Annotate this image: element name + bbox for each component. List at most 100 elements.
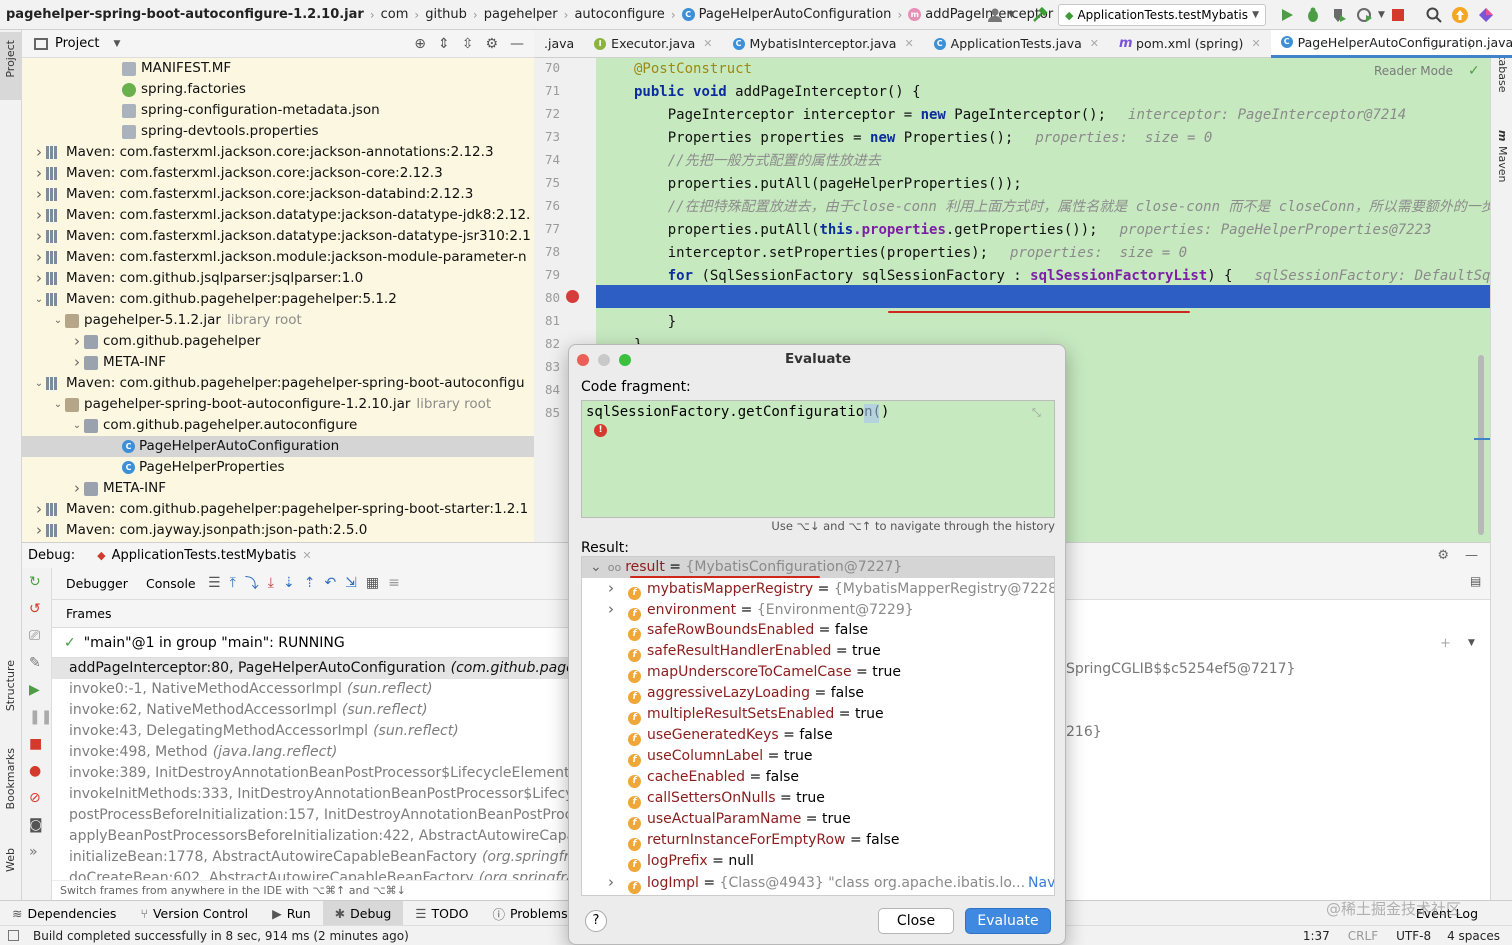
more-icon[interactable]: » — [29, 844, 52, 860]
hide-icon[interactable]: — — [510, 36, 524, 52]
inspection-ok-icon[interactable]: ✓ — [1468, 63, 1480, 79]
navigate-link[interactable]: Navigate — [1028, 875, 1054, 891]
project-tree-item[interactable]: spring.factories — [22, 79, 534, 100]
project-tree-item[interactable]: ⌄ com.github.pagehelper.autoconfigure — [22, 415, 534, 436]
expand-arrow-right-icon[interactable]: › — [608, 872, 628, 893]
expand-arrow-down-icon[interactable]: ⌄ — [70, 415, 84, 436]
evaluate-button[interactable]: Evaluate — [965, 908, 1051, 934]
file-encoding[interactable]: UTF-8 — [1396, 929, 1431, 943]
stack-frame[interactable]: postProcessBeforeInitialization:157, Ini… — [52, 805, 572, 826]
caret-position[interactable]: 1:37 — [1303, 929, 1330, 943]
reader-mode-label[interactable]: Reader Mode — [1374, 64, 1453, 78]
tab-java[interactable]: .java — [534, 30, 584, 58]
expand-arrow-down-icon[interactable]: ⌄ — [32, 373, 46, 394]
camera-snapshot-icon[interactable]: ◙ — [29, 817, 52, 833]
result-field-row[interactable]: f useColumnLabel = true — [582, 746, 1054, 767]
hide-icon[interactable]: — — [1465, 548, 1478, 563]
search-icon[interactable] — [1423, 4, 1445, 26]
web-tool-tab[interactable]: Web — [4, 848, 17, 872]
coverage-icon[interactable] — [1328, 4, 1350, 26]
result-field-row[interactable]: f cacheEnabled = false — [582, 767, 1054, 788]
expand-all-icon[interactable]: ⇕ — [438, 36, 450, 52]
result-field-row[interactable]: › f environment = {Environment@7229} — [582, 599, 1054, 621]
view-breakpoints-icon[interactable]: ● — [29, 763, 52, 779]
tab-list-chevron-icon[interactable]: ⌄ — [1436, 37, 1446, 51]
project-tree-item[interactable]: › META-INF — [22, 478, 534, 499]
wrench-icon[interactable]: ✎ — [29, 655, 52, 671]
expand-arrow-down-icon[interactable]: ⌄ — [51, 394, 65, 415]
layout-icon[interactable]: ▤ — [1470, 574, 1481, 588]
result-field-row[interactable]: f safeRowBoundsEnabled = false — [582, 620, 1054, 641]
stack-frame[interactable]: invoke:389, InitDestroyAnnotationBeanPos… — [52, 763, 572, 784]
expand-arrow-right-icon[interactable]: › — [32, 520, 46, 541]
stack-frame[interactable]: invoke:43, DelegatingMethodAccessorImpl(… — [52, 721, 572, 742]
run-to-cursor-icon[interactable]: ⇲ — [345, 575, 357, 591]
add-watch-icon[interactable]: + — [1440, 636, 1451, 651]
stack-frame[interactable]: doCreateBean:602, AbstractAutowireCapabl… — [52, 868, 572, 880]
tab-debugger[interactable]: Debugger — [66, 576, 128, 591]
breadcrumb-com[interactable]: com — [377, 7, 413, 22]
stop-icon[interactable]: ■ — [29, 736, 52, 752]
project-tree-item[interactable]: › Maven: com.github.pagehelper:pagehelper… — [22, 499, 534, 520]
step-into-icon[interactable]: ⤓ — [268, 575, 274, 591]
tool-window-toggle-icon[interactable] — [8, 930, 19, 941]
project-tree-item[interactable]: › Maven: com.fasterxml.jackson.core:jacks… — [22, 163, 534, 184]
project-tree-item[interactable]: spring-configuration-metadata.json — [22, 100, 534, 121]
show-execution-point-icon[interactable]: ⤒ — [230, 575, 236, 591]
expand-arrow-down-icon[interactable]: ⌄ — [32, 289, 46, 310]
expand-arrow-right-icon[interactable]: › — [70, 478, 84, 499]
camera-icon[interactable]: ⎚ — [29, 628, 52, 644]
menu-icon[interactable]: ☰ — [208, 575, 221, 591]
gear-icon[interactable]: ⚙ — [1437, 548, 1449, 563]
expand-arrow-right-icon[interactable]: › — [32, 268, 46, 289]
expand-arrow-right-icon[interactable]: › — [70, 352, 84, 373]
expand-arrow-right-icon[interactable]: › — [608, 578, 628, 599]
chevron-down-icon[interactable]: ▼ — [1468, 638, 1475, 648]
version-control-tool-button[interactable]: ⑂ Version Control — [128, 901, 260, 926]
result-field-row[interactable]: f safeResultHandlerEnabled = true — [582, 641, 1054, 662]
close-icon[interactable]: ✕ — [904, 37, 913, 50]
expand-arrow-right-icon[interactable]: › — [70, 331, 84, 352]
breadcrumb-jar[interactable]: pagehelper-spring-boot-autoconfigure-1.2… — [0, 7, 368, 22]
result-field-row[interactable]: f aggressiveLazyLoading = false — [582, 683, 1054, 704]
result-field-row[interactable]: f mapUnderscoreToCamelCase = true — [582, 662, 1054, 683]
expand-arrow-down-icon[interactable]: ⌄ — [590, 559, 602, 575]
project-tree-item[interactable]: › Maven: com.fasterxml.jackson.core:jacks… — [22, 184, 534, 205]
expand-arrow-right-icon[interactable]: › — [32, 205, 46, 226]
project-tree-item[interactable]: ⌄ pagehelper-spring-boot-autoconfigure-1.… — [22, 394, 534, 415]
result-field-row[interactable]: f multipleResultSetsEnabled = true — [582, 704, 1054, 725]
step-out-icon[interactable]: ⇡ — [304, 575, 316, 591]
result-root-row[interactable]: ⌄ oo result = {MybatisConfiguration@7227} — [582, 557, 1054, 578]
rerun-icon[interactable]: ↻ — [29, 574, 52, 590]
expand-arrow-right-icon[interactable]: › — [32, 247, 46, 268]
result-field-row[interactable]: f callSettersOnNulls = true — [582, 788, 1054, 809]
close-button[interactable]: Close — [878, 908, 954, 934]
breadcrumb-github[interactable]: github — [421, 7, 471, 22]
project-tree-item[interactable]: › Maven: com.fasterxml.jackson.datatype:j… — [22, 226, 534, 247]
gear-icon[interactable]: ⚙ — [485, 36, 498, 52]
stack-frame[interactable]: applyBeanPostProcessorsBeforeInitializat… — [52, 826, 572, 847]
expand-arrow-right-icon[interactable]: › — [32, 226, 46, 247]
evaluate-expression-icon[interactable]: ▦ — [366, 575, 379, 591]
project-tree-item[interactable]: › Maven: com.jayway.jsonpath:json-path:2.… — [22, 520, 534, 541]
todo-tool-button[interactable]: ☰ TODO — [403, 901, 480, 926]
close-icon[interactable]: ✕ — [1090, 37, 1099, 50]
line-separator[interactable]: CRLF — [1348, 929, 1378, 943]
tab-applicationtests-java[interactable]: C ApplicationTests.java ✕ — [924, 30, 1109, 58]
tab-executor-java[interactable]: I Executor.java ✕ — [584, 30, 722, 58]
mute-breakpoints-icon[interactable]: ⊘ — [29, 790, 52, 806]
result-field-row[interactable]: › f logImpl = {Class@4943} "class org.apac… — [582, 872, 1054, 894]
project-panel-title[interactable]: Project — [55, 36, 99, 51]
profiler-icon[interactable] — [1354, 4, 1376, 26]
tab-mybatisinterceptor-java[interactable]: C MybatisInterceptor.java ✕ — [723, 30, 924, 58]
stack-frame[interactable]: initializeBean:1778, AbstractAutowireCap… — [52, 847, 572, 868]
project-tree-item[interactable]: ⌄ Maven: com.github.pagehelper:pagehelper… — [22, 373, 534, 394]
project-tree-item[interactable]: C PageHelperAutoConfiguration — [22, 436, 534, 457]
close-icon[interactable]: ✕ — [703, 37, 712, 50]
stack-frame[interactable]: invoke:62, NativeMethodAccessorImpl (sun.… — [52, 700, 572, 721]
status-message[interactable]: Build completed successfully in 8 sec, 9… — [33, 929, 409, 943]
stack-frame[interactable]: invokeInitMethods:333, InitDestroyAnnota… — [52, 784, 572, 805]
code-fragment-editor[interactable]: sqlSessionFactory.getConfiguration() ! ⤡ — [581, 400, 1055, 518]
project-tree-item[interactable]: ⌄ pagehelper-5.1.2.jar library root — [22, 310, 534, 331]
stop-icon[interactable] — [1387, 4, 1409, 26]
